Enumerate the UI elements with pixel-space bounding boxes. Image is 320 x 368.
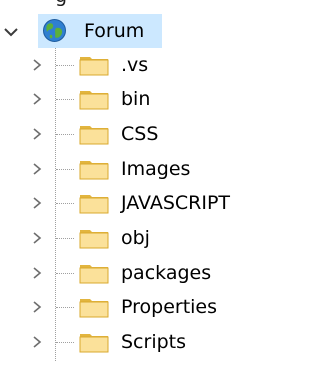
partial-item-label: g xyxy=(55,0,67,6)
chevron-right-icon[interactable] xyxy=(30,195,44,211)
tree-item-scripts[interactable]: Scripts xyxy=(0,325,249,359)
tree-item-bin[interactable]: bin xyxy=(0,82,249,116)
tree-root-label: Forum xyxy=(84,20,145,42)
tree-connector xyxy=(56,169,74,170)
folder-icon xyxy=(79,195,109,214)
tree-item-label: packages xyxy=(121,262,212,284)
tree-connector xyxy=(56,238,74,239)
globe-icon xyxy=(43,19,66,42)
tree-item-label: Properties xyxy=(121,296,218,318)
tree-connector xyxy=(56,307,74,308)
folder-icon xyxy=(79,230,109,249)
tree-item-packages[interactable]: packages xyxy=(0,256,249,290)
tree-connector xyxy=(56,342,74,343)
tree-item-label: .vs xyxy=(121,54,149,76)
chevron-right-icon[interactable] xyxy=(30,126,44,142)
folder-icon xyxy=(79,334,109,353)
tree-connector xyxy=(56,99,74,100)
tree-connector xyxy=(56,273,74,274)
solution-explorer-tree: g Forum .vs xyxy=(0,0,249,368)
folder-icon xyxy=(79,126,109,145)
tree-item-label: Images xyxy=(121,158,191,180)
tree-item-label: obj xyxy=(121,227,150,249)
tree-connector xyxy=(56,203,74,204)
chevron-right-icon[interactable] xyxy=(30,334,44,350)
chevron-down-icon[interactable] xyxy=(2,23,20,41)
tree-item-vs[interactable]: .vs xyxy=(0,48,249,82)
folder-icon xyxy=(79,91,109,110)
tree-connector xyxy=(56,134,74,135)
folder-icon xyxy=(79,161,109,180)
chevron-right-icon[interactable] xyxy=(30,299,44,315)
chevron-right-icon[interactable] xyxy=(30,230,44,246)
tree-item-label: JAVASCRIPT xyxy=(121,192,231,214)
folder-icon xyxy=(79,57,109,76)
tree-item-label: bin xyxy=(121,88,151,110)
tree-item-properties[interactable]: Properties xyxy=(0,290,249,324)
folder-icon xyxy=(79,265,109,284)
tree-root-forum[interactable]: Forum xyxy=(0,14,249,48)
chevron-right-icon[interactable] xyxy=(30,57,44,73)
chevron-right-icon[interactable] xyxy=(30,161,44,177)
tree-item-javascript[interactable]: JAVASCRIPT xyxy=(0,186,249,220)
tree-item-images[interactable]: Images xyxy=(0,152,249,186)
folder-icon xyxy=(79,299,109,318)
tree-connector xyxy=(56,65,74,66)
tree-item-label: CSS xyxy=(121,123,159,145)
tree-item-css[interactable]: CSS xyxy=(0,117,249,151)
chevron-right-icon[interactable] xyxy=(30,91,44,107)
tree-item-obj[interactable]: obj xyxy=(0,221,249,255)
tree-item-label: Scripts xyxy=(121,331,187,353)
chevron-right-icon[interactable] xyxy=(30,265,44,281)
